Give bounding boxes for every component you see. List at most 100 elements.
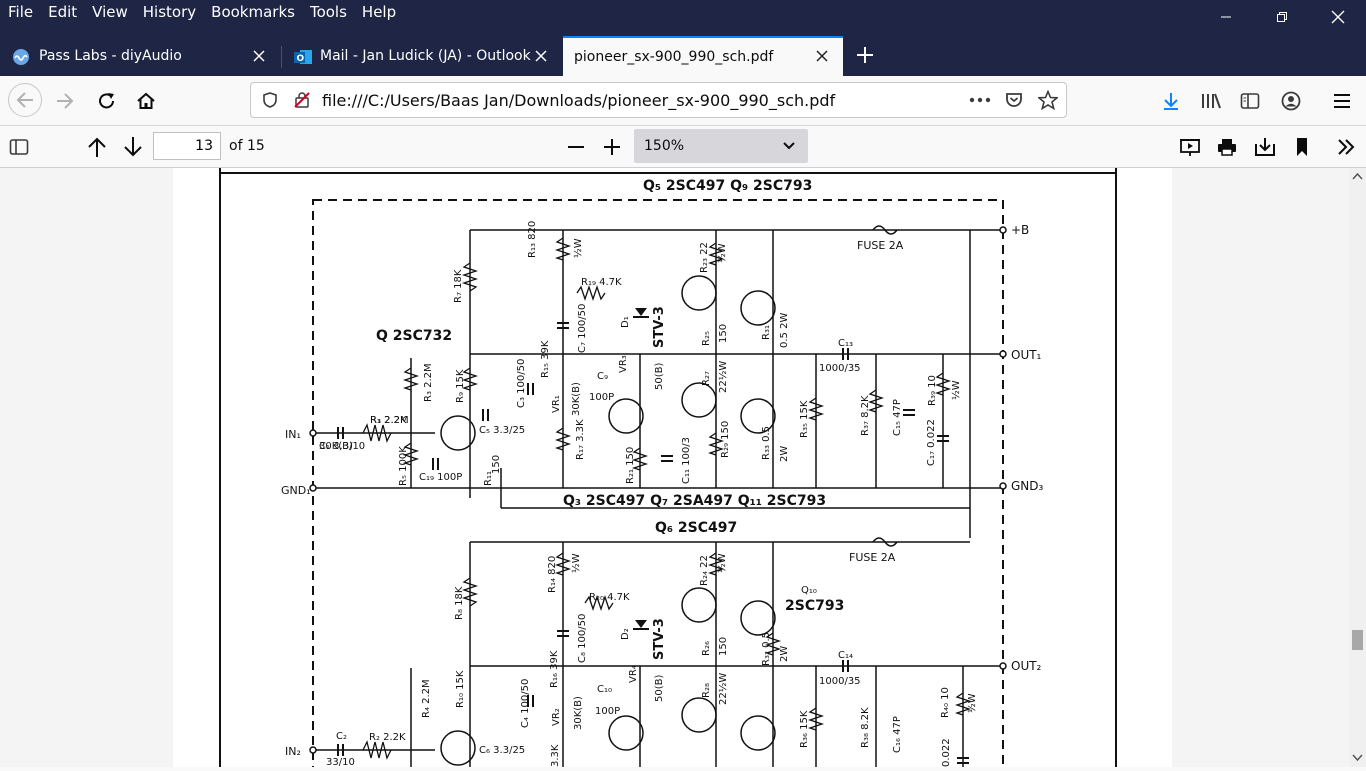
- zoom-out-button[interactable]: [563, 134, 589, 160]
- hamburger-menu-icon: [1334, 94, 1350, 108]
- amplifier-schematic: Q₅ 2SC497 Q₉ 2SC793 +B FUSE 2A OUT₁ GND₃…: [219, 168, 1117, 771]
- c6-label: C₆ 3.3/25: [479, 745, 525, 756]
- r25-label: R₂₅: [701, 331, 712, 346]
- close-tab-icon[interactable]: [814, 48, 830, 64]
- c17-label: C₁₇ 0.022: [926, 419, 937, 466]
- library-icon: [1202, 93, 1221, 109]
- c7-label: C₇ 100/50: [577, 304, 588, 353]
- previous-page-button[interactable]: [84, 134, 110, 160]
- account-avatar-icon: [1281, 91, 1301, 111]
- printer-icon: [1218, 139, 1236, 156]
- vertical-scrollbar[interactable]: [1349, 168, 1366, 767]
- bookmark-view-button[interactable]: [1289, 134, 1315, 160]
- tab-pdf[interactable]: pioneer_sx-900_990_sch.pdf: [563, 36, 843, 76]
- page-number-input[interactable]: 13: [153, 132, 221, 160]
- print-button[interactable]: [1214, 134, 1240, 160]
- zoom-select[interactable]: 150%: [634, 129, 808, 163]
- gnd3-label: GND₃: [1011, 479, 1044, 493]
- pocket-icon[interactable]: [1004, 90, 1024, 110]
- presentation-mode-button[interactable]: [1177, 134, 1203, 160]
- tools-menu-button[interactable]: [1333, 134, 1359, 160]
- pdf-page: Q₅ 2SC497 Q₉ 2SC793 +B FUSE 2A OUT₁ GND₃…: [173, 168, 1172, 771]
- fuse-label-2: FUSE 2A: [849, 551, 896, 564]
- pdf-viewer[interactable]: Q₅ 2SC497 Q₉ 2SC793 +B FUSE 2A OUT₁ GND₃…: [0, 168, 1366, 771]
- tab-label: Pass Labs - diyAudio: [39, 48, 182, 64]
- c8-label: C₈ 100/50: [577, 614, 588, 663]
- menu-bookmarks[interactable]: Bookmarks: [203, 0, 302, 26]
- r28-value: 22½W: [717, 673, 729, 705]
- r11-value: 150: [491, 455, 502, 474]
- r39-watt-label: ½W: [950, 380, 962, 400]
- in1-label: IN₁: [285, 428, 301, 441]
- menu-help[interactable]: Help: [354, 0, 403, 26]
- home-icon: [137, 92, 155, 109]
- library-button[interactable]: [1198, 88, 1224, 114]
- r32-watt-label: 2W: [779, 646, 790, 662]
- r20-label: R₂₀ 4.7K: [589, 592, 630, 603]
- outlook-icon: O: [294, 50, 312, 64]
- out1-label: OUT₁: [1011, 348, 1042, 362]
- chevron-down-icon: [783, 142, 795, 150]
- plus-icon: [857, 47, 873, 63]
- r26-label: R₂₆: [701, 641, 712, 656]
- r23-label: R₂₃ 22: [699, 242, 710, 273]
- title-bar: File Edit View History Bookmarks Tools H…: [0, 0, 1366, 36]
- url-bar[interactable]: file:///C:/Users/Baas Jan/Downloads/pion…: [250, 82, 1067, 118]
- d1-type-label: STV-3: [652, 306, 667, 348]
- r31-value: 0.5 2W: [779, 313, 790, 348]
- close-tab-icon[interactable]: [533, 48, 549, 64]
- vr4-value: 50(B): [654, 675, 665, 702]
- restore-button[interactable]: [1254, 0, 1310, 34]
- back-button[interactable]: [8, 83, 42, 117]
- r28-label: R₂₈: [701, 683, 712, 698]
- minimize-button[interactable]: [1198, 0, 1254, 34]
- vr3-value: 50(B): [654, 363, 665, 390]
- tab-pass-labs[interactable]: Pass Labs - diyAudio: [0, 36, 280, 76]
- new-tab-button[interactable]: [852, 42, 878, 68]
- scroll-down-icon[interactable]: [1352, 754, 1363, 762]
- home-button[interactable]: [133, 88, 159, 114]
- r36-label: R₃₆ 15K: [799, 710, 810, 748]
- close-icon: [1331, 10, 1345, 24]
- bookmark-star-icon[interactable]: [1038, 90, 1058, 110]
- page-actions-icon[interactable]: [969, 92, 991, 108]
- next-page-button[interactable]: [120, 134, 146, 160]
- r33-label: R₃₃ 0.5: [761, 426, 772, 460]
- save-pdf-button[interactable]: [1252, 134, 1278, 160]
- forward-button[interactable]: [52, 88, 78, 114]
- r27-value: 22½W: [717, 361, 729, 393]
- menu-edit[interactable]: Edit: [40, 0, 84, 26]
- tracking-protection-shield-icon[interactable]: [261, 91, 279, 109]
- r1-value: R₁ 2.2K: [370, 415, 407, 426]
- close-window-button[interactable]: [1310, 0, 1366, 34]
- insecure-connection-icon[interactable]: [293, 91, 311, 109]
- scroll-up-icon[interactable]: [1352, 172, 1363, 180]
- menu-tools[interactable]: Tools: [302, 0, 354, 26]
- menu-view[interactable]: View: [84, 0, 135, 26]
- account-button[interactable]: [1278, 88, 1304, 114]
- r25-value: 150: [718, 324, 729, 343]
- menu-history[interactable]: History: [135, 0, 203, 26]
- zoom-in-button[interactable]: [599, 134, 625, 160]
- c19-label: C₁₉ 100P: [419, 472, 462, 483]
- downloads-button[interactable]: [1158, 88, 1184, 114]
- q6-label: Q₆ 2SC497: [655, 520, 737, 536]
- sidebar-button[interactable]: [1237, 88, 1263, 114]
- close-tab-icon[interactable]: [251, 48, 267, 64]
- menu-file[interactable]: File: [0, 0, 40, 26]
- c13-label: C₁₃: [838, 338, 853, 349]
- download-arrow-icon: [1164, 93, 1178, 110]
- toggle-sidebar-button[interactable]: [6, 134, 32, 160]
- out2-label: OUT₂: [1011, 659, 1042, 673]
- r32-label: R₃₂ 0.5: [761, 632, 772, 666]
- reload-button[interactable]: [94, 88, 120, 114]
- scrollbar-thumb[interactable]: [1352, 630, 1363, 650]
- c18-value: 0.022: [941, 738, 952, 767]
- r17-label: R₁₇ 3.3K: [575, 419, 586, 460]
- url-text: file:///C:/Users/Baas Jan/Downloads/pion…: [322, 91, 836, 110]
- c15-label: C₁₅ 47P: [892, 399, 903, 436]
- tab-outlook[interactable]: O Mail - Jan Ludick (JA) - Outlook: [282, 36, 562, 76]
- app-menu-button[interactable]: [1329, 88, 1355, 114]
- r5-label: R₅ 100K: [398, 446, 409, 486]
- vr2-value: 30K(B): [573, 696, 584, 730]
